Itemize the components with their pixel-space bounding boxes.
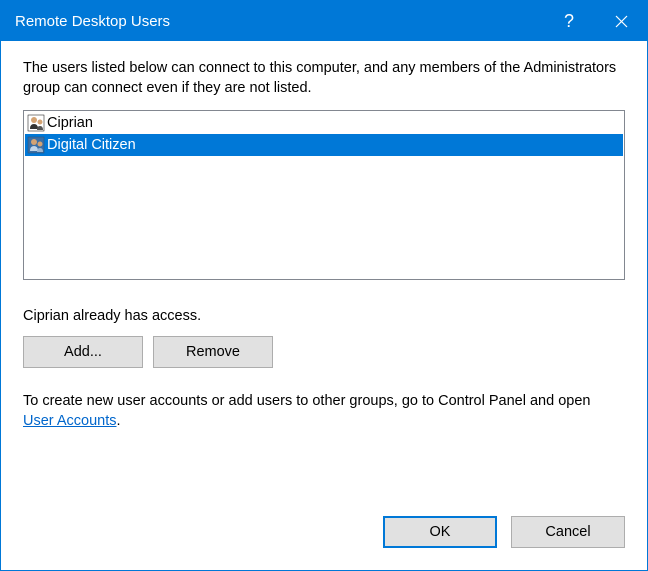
- list-item[interactable]: Ciprian: [25, 112, 623, 134]
- hint-text: To create new user accounts or add users…: [23, 392, 625, 431]
- remove-button[interactable]: Remove: [153, 336, 273, 368]
- user-icon: [27, 114, 45, 132]
- user-accounts-link[interactable]: User Accounts: [23, 413, 117, 429]
- list-item-label: Ciprian: [47, 115, 93, 131]
- dialog-footer: OK Cancel: [1, 500, 647, 570]
- button-row: Add... Remove: [23, 336, 625, 368]
- window-title: Remote Desktop Users: [15, 13, 543, 30]
- add-button[interactable]: Add...: [23, 336, 143, 368]
- hint-prefix: To create new user accounts or add users…: [23, 393, 590, 409]
- ok-button[interactable]: OK: [383, 516, 497, 548]
- hint-suffix: .: [117, 413, 121, 429]
- list-item-label: Digital Citizen: [47, 137, 136, 153]
- description-text: The users listed below can connect to th…: [23, 59, 625, 98]
- user-icon: [27, 136, 45, 154]
- user-list[interactable]: Ciprian Digital Citizen: [23, 110, 625, 280]
- cancel-button[interactable]: Cancel: [511, 516, 625, 548]
- dialog-content: The users listed below can connect to th…: [1, 41, 647, 449]
- titlebar: Remote Desktop Users ?: [1, 1, 647, 41]
- close-button[interactable]: [595, 1, 647, 41]
- list-item[interactable]: Digital Citizen: [25, 134, 623, 156]
- close-icon: [615, 15, 628, 28]
- access-note: Ciprian already has access.: [23, 308, 625, 324]
- help-button[interactable]: ?: [543, 1, 595, 41]
